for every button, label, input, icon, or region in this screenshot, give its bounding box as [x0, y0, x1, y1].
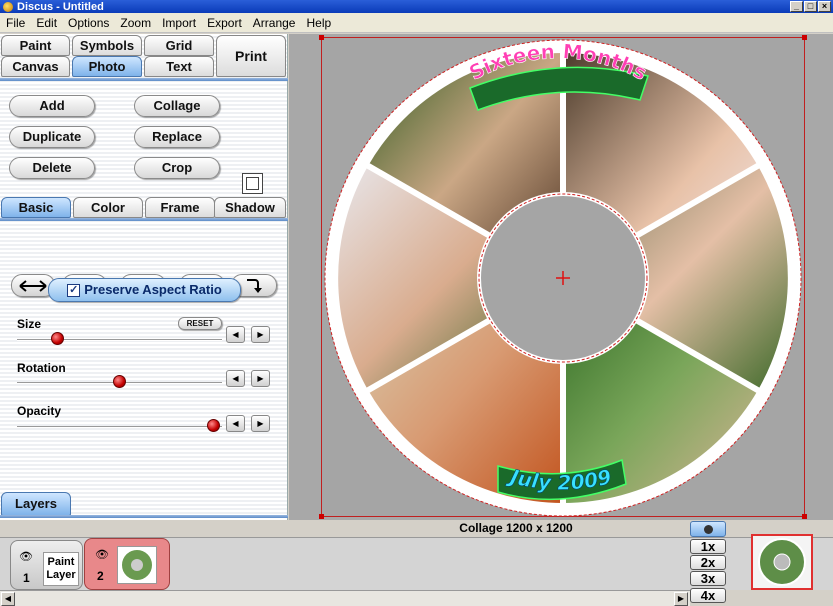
discus-app-window: Discus - Untitled _ □ × File Edit Option… [0, 0, 833, 606]
discus-app-icon [3, 1, 13, 12]
tab-paint[interactable]: Paint [1, 35, 70, 56]
rotation-label: Rotation [17, 361, 66, 375]
replace-button[interactable]: Replace [134, 126, 220, 148]
opacity-slider-handle[interactable] [206, 419, 220, 432]
resize-handle-top-left[interactable] [319, 35, 324, 40]
menu-options[interactable]: Options [68, 16, 109, 30]
layer-number: 1 [23, 571, 30, 585]
window-title: Discus - Untitled [17, 0, 104, 13]
flip-horizontal-icon [19, 279, 47, 292]
layer-name-line2: Layer [46, 569, 76, 581]
reset-button[interactable]: RESET [178, 317, 222, 330]
tool-panel: Paint Symbols Grid Print Canvas Photo Te… [0, 34, 288, 520]
tab-photo[interactable]: Photo [72, 56, 142, 77]
maximize-button[interactable]: □ [804, 1, 817, 12]
document-page[interactable]: Sixteen Months July 2009 [319, 35, 807, 519]
title-bar: Discus - Untitled _ □ × [0, 0, 833, 13]
menu-edit[interactable]: Edit [36, 16, 57, 30]
disc-collage[interactable]: Sixteen Months July 2009 [322, 38, 806, 518]
menu-export[interactable]: Export [207, 16, 242, 30]
zoom-3x-button[interactable]: 3x [690, 571, 726, 586]
opacity-label: Opacity [17, 404, 62, 418]
size-slider-handle[interactable] [51, 332, 64, 345]
size-label: Size [17, 317, 42, 331]
zoom-4x-button[interactable]: 4x [690, 588, 726, 603]
collage-button[interactable]: Collage [134, 95, 220, 117]
zoom-1x-button[interactable]: 1x [690, 539, 726, 554]
subtab-color[interactable]: Color [73, 197, 143, 218]
scroll-left-button[interactable]: ◀ [1, 592, 15, 606]
fit-zoom-button[interactable] [690, 521, 726, 537]
checkbox-checked-icon: ✓ [67, 283, 81, 297]
layer-name-line1: Paint [47, 556, 75, 568]
subtab-basic[interactable]: Basic [1, 197, 71, 218]
shadow-preview-swatch[interactable] [242, 173, 263, 194]
add-button[interactable]: Add [9, 95, 95, 117]
opacity-decrease-button[interactable]: ◀ [226, 415, 245, 432]
close-button[interactable]: × [818, 1, 831, 12]
menu-help[interactable]: Help [306, 16, 331, 30]
crop-button[interactable]: Crop [134, 157, 220, 179]
minimize-button[interactable]: _ [790, 1, 803, 12]
tab-grid[interactable]: Grid [144, 35, 214, 56]
rotation-slider-handle[interactable] [112, 375, 126, 388]
preserve-aspect-ratio-toggle[interactable]: ✓ Preserve Aspect Ratio [48, 278, 241, 302]
tab-symbols[interactable]: Symbols [72, 35, 142, 56]
disc-fit-icon [703, 525, 713, 534]
canvas-area[interactable]: Sixteen Months July 2009 [289, 34, 833, 520]
rotate-right-icon [247, 278, 262, 293]
tab-print[interactable]: Print [216, 35, 286, 77]
rotation-increase-button[interactable]: ▶ [251, 370, 270, 387]
opacity-slider-track[interactable] [17, 426, 222, 428]
horizontal-scrollbar[interactable]: ◀ ▶ [0, 590, 690, 606]
rotation-decrease-button[interactable]: ◀ [226, 370, 245, 387]
tab-layers[interactable]: Layers [1, 492, 71, 516]
window-controls: _ □ × [790, 1, 831, 12]
subtab-divider [0, 218, 288, 221]
layer-card-collage[interactable]: 👁 2 [84, 538, 170, 590]
menu-import[interactable]: Import [162, 16, 196, 30]
scroll-right-button[interactable]: ▶ [674, 592, 688, 606]
subtab-frame[interactable]: Frame [145, 197, 215, 218]
delete-button[interactable]: Delete [9, 157, 95, 179]
layer-thumbnail-paint: Paint Layer [43, 552, 79, 586]
eye-icon[interactable]: 👁 [95, 548, 109, 561]
layer-number: 2 [97, 569, 104, 583]
opacity-increase-button[interactable]: ▶ [251, 415, 270, 432]
tab-text[interactable]: Text [144, 56, 214, 77]
navigator-preview[interactable] [751, 534, 813, 590]
eye-icon[interactable]: 👁 [19, 550, 33, 563]
tab-canvas[interactable]: Canvas [1, 56, 70, 77]
duplicate-button[interactable]: Duplicate [9, 126, 95, 148]
size-decrease-button[interactable]: ◀ [226, 326, 245, 343]
layer-card-paint[interactable]: 👁 1 Paint Layer [10, 540, 83, 590]
menu-file[interactable]: File [6, 16, 25, 30]
resize-handle-bottom-left[interactable] [319, 514, 324, 519]
layers-divider [0, 515, 288, 518]
resize-handle-top-right[interactable] [802, 35, 807, 40]
menu-bar: File Edit Options Zoom Import Export Arr… [0, 13, 833, 33]
layer-thumbnail-collage [117, 546, 157, 584]
size-increase-button[interactable]: ▶ [251, 326, 270, 343]
resize-handle-bottom-right[interactable] [802, 514, 807, 519]
menu-arrange[interactable]: Arrange [253, 16, 296, 30]
zoom-2x-button[interactable]: 2x [690, 555, 726, 570]
subtab-shadow[interactable]: Shadow [214, 197, 286, 218]
size-slider-track[interactable] [17, 339, 222, 341]
menu-zoom[interactable]: Zoom [120, 16, 151, 30]
tab-divider [0, 78, 288, 81]
preserve-aspect-ratio-label: Preserve Aspect Ratio [84, 282, 222, 297]
